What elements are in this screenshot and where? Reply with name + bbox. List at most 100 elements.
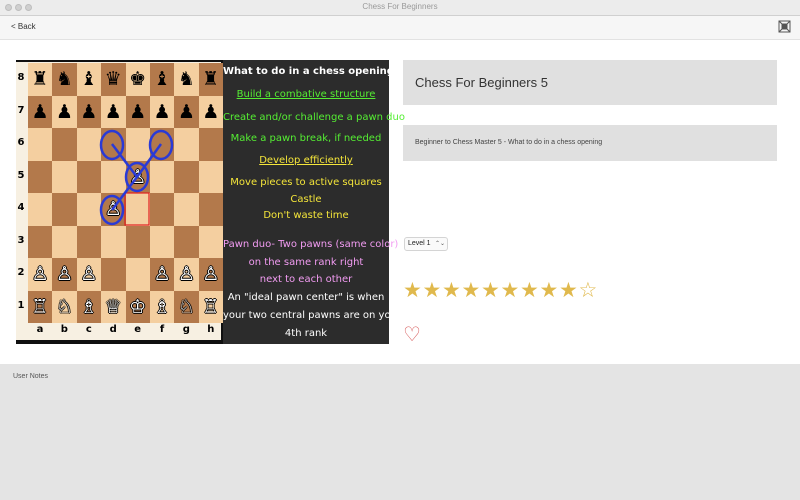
board-square [52, 160, 77, 193]
chess-piece: ♚ [129, 68, 147, 90]
file-label: b [60, 324, 68, 335]
chess-piece: ♘ [177, 295, 195, 318]
star-filled-icon[interactable]: ★ [501, 278, 520, 302]
chess-piece: ♟ [31, 100, 49, 123]
rank-label: 4 [17, 202, 25, 213]
chalkboard-line: Create and/or challenge a pawn duo [223, 112, 405, 123]
user-notes-textarea[interactable] [0, 384, 800, 494]
heart-icon[interactable]: ♡ [403, 322, 421, 346]
chess-piece: ♕ [104, 295, 122, 318]
rank-label: 5 [17, 169, 25, 181]
file-label: d [109, 324, 117, 335]
chess-piece: ♝ [153, 68, 171, 90]
board-square [125, 128, 150, 161]
chess-board: 8 ♜ ♞ ♝ ♛ ♚ ♝ ♞ ♜ 7 ♟ ♟ ♟ ♟ ♟ ♟ ♟ ♟ 6 5 ♙ 4 ♙ 3 2 ♙ ♙ ♙ ♙ ♙ ♙ 1 ♖ ♘ ♗ ♕ ♔ ♗ ♘ ♖… [16, 62, 224, 340]
chalkboard-line: Move pieces to active squares [230, 177, 382, 188]
chess-piece: ♖ [31, 295, 49, 318]
chess-piece: ♙ [31, 263, 49, 285]
star-filled-icon[interactable]: ★ [423, 278, 442, 302]
board-square [198, 225, 224, 258]
board-square [76, 160, 102, 193]
chess-piece: ♛ [104, 68, 122, 90]
lesson-title-panel: Chess For Beginners 5 [403, 60, 777, 105]
board-square [101, 225, 126, 258]
file-label: c [85, 324, 92, 335]
chess-piece: ♙ [129, 165, 147, 188]
window-title: Chess For Beginners [362, 2, 438, 11]
board-square [150, 160, 175, 193]
star-empty-icon[interactable]: ☆ [579, 278, 598, 302]
rank-label: 8 [17, 72, 25, 83]
board-square [101, 160, 126, 193]
chalkboard-line: An "ideal pawn center" is when [227, 292, 385, 303]
chalkboard-line: Make a pawn break, if needed [230, 133, 382, 144]
board-square [101, 258, 126, 291]
board-square [28, 160, 53, 193]
star-filled-icon[interactable]: ★ [559, 278, 578, 302]
star-filled-icon[interactable]: ★ [481, 278, 500, 302]
chevron-updown-icon: ⌃⌄ [434, 241, 445, 247]
chalkboard-line: Build a combative structure [236, 89, 376, 100]
board-square [125, 258, 150, 291]
board-square [28, 128, 53, 161]
chess-piece: ♜ [202, 68, 220, 90]
star-filled-icon[interactable]: ★ [442, 278, 461, 302]
star-filled-icon[interactable]: ★ [403, 278, 422, 302]
board-square [150, 193, 175, 226]
rank-label: 2 [17, 267, 25, 278]
chess-piece: ♙ [177, 263, 195, 285]
file-label: g [182, 324, 190, 335]
level-select[interactable]: Level 1 ⌃⌄ [404, 237, 448, 251]
chess-piece: ♟ [177, 100, 195, 123]
rank-label: 6 [17, 137, 25, 148]
chalkboard-line: Pawn duo- Two pawns (same color) [223, 239, 399, 250]
chalkboard-line: Castle [290, 194, 322, 205]
chess-piece: ♞ [177, 68, 195, 90]
lesson-description: Beginner to Chess Master 5 - What to do … [415, 139, 603, 146]
chess-piece: ♟ [55, 100, 73, 123]
board-square [28, 193, 53, 226]
board-square [52, 225, 77, 258]
chess-piece: ♞ [55, 68, 73, 90]
board-square [28, 225, 53, 258]
board-square [174, 193, 199, 226]
board-square [174, 128, 199, 161]
lesson-video[interactable]: 8 ♜ ♞ ♝ ♛ ♚ ♝ ♞ ♜ 7 ♟ ♟ ♟ ♟ ♟ ♟ ♟ ♟ 6 5 ♙ 4 ♙ 3 2 ♙ ♙ ♙ ♙ ♙ ♙ 1 ♖ ♘ ♗ ♕ ♔ ♗ ♘ ♖… [16, 60, 405, 344]
board-square [76, 128, 102, 161]
board-square [125, 193, 150, 226]
level-select-value: Level 1 [408, 240, 431, 247]
chess-piece: ♙ [80, 263, 98, 285]
board-square [150, 225, 175, 258]
fullscreen-icon[interactable] [778, 20, 791, 33]
file-label: h [207, 324, 215, 335]
chess-piece: ♙ [104, 198, 122, 220]
back-button[interactable]: < Back [11, 22, 36, 31]
rank-label: 1 [17, 299, 25, 311]
rank-label: 3 [17, 234, 25, 246]
board-square [125, 225, 150, 258]
lesson-description-panel: Beginner to Chess Master 5 - What to do … [403, 125, 777, 161]
chess-piece: ♙ [55, 263, 73, 285]
chalkboard-line: next to each other [259, 274, 353, 285]
chess-piece: ♟ [202, 100, 220, 123]
lesson-title: Chess For Beginners 5 [415, 75, 548, 90]
star-filled-icon[interactable]: ★ [540, 278, 559, 302]
chess-piece: ♟ [129, 100, 147, 123]
chess-piece: ♘ [55, 295, 73, 318]
board-square [52, 193, 77, 226]
chalkboard-line: Develop efficiently [259, 155, 353, 166]
chess-piece: ♟ [80, 100, 98, 123]
star-filled-icon[interactable]: ★ [520, 278, 539, 302]
lesson-main: 8 ♜ ♞ ♝ ♛ ♚ ♝ ♞ ♜ 7 ♟ ♟ ♟ ♟ ♟ ♟ ♟ ♟ 6 5 ♙ 4 ♙ 3 2 ♙ ♙ ♙ ♙ ♙ ♙ 1 ♖ ♘ ♗ ♕ ♔ ♗ ♘ ♖… [0, 40, 800, 364]
board-square [76, 193, 102, 226]
window-titlebar: Chess For Beginners [0, 0, 800, 16]
rank-label: 7 [17, 104, 25, 116]
file-label: a [36, 324, 44, 335]
star-filled-icon[interactable]: ★ [462, 278, 481, 302]
board-square [198, 193, 224, 226]
board-square [101, 128, 126, 161]
chess-piece: ♙ [153, 263, 171, 285]
board-square [52, 128, 77, 161]
chalkboard-line: your two central pawns are on your [223, 310, 402, 321]
board-square [198, 160, 224, 193]
